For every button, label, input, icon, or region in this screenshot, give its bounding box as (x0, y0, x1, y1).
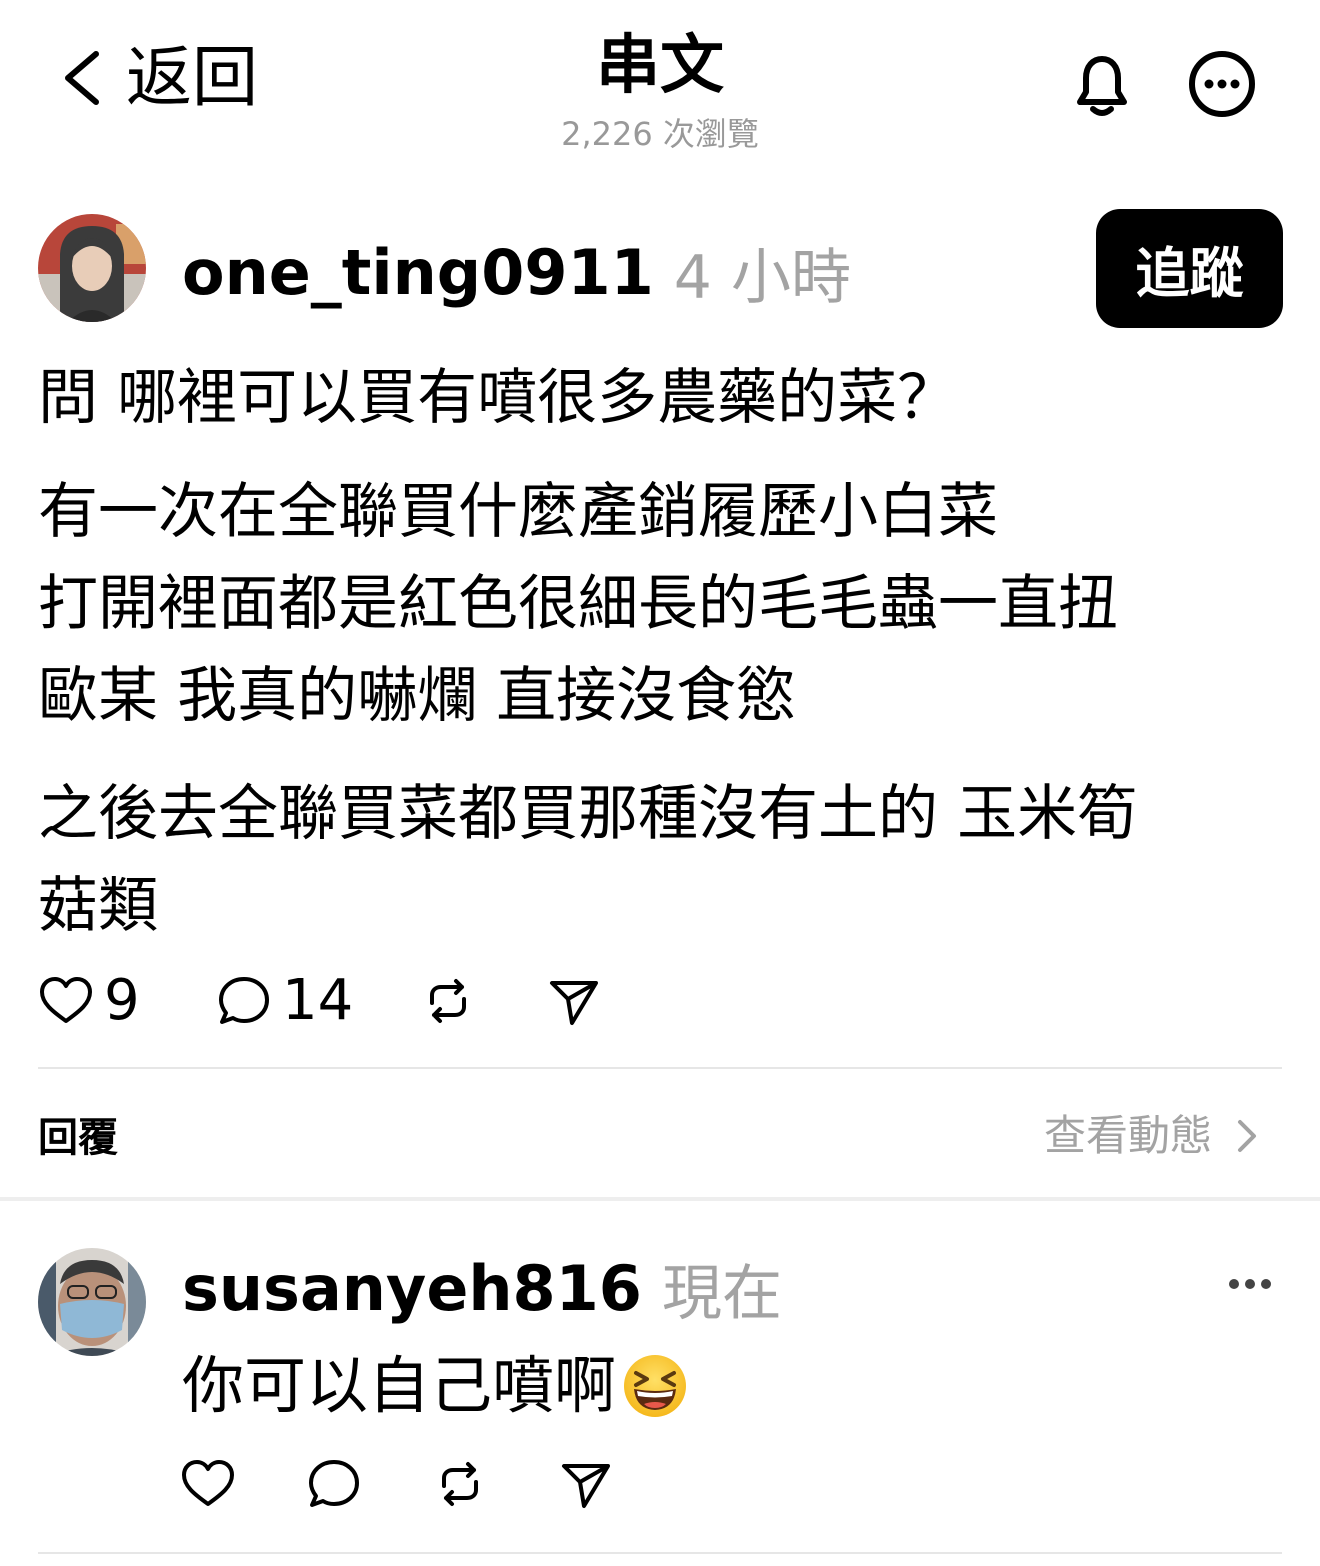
grinning-squinting-face-emoji (624, 1355, 687, 1417)
heart-icon (182, 1460, 234, 1506)
divider (38, 1067, 1282, 1069)
section-divider (0, 1197, 1320, 1201)
replies-heading: 回覆 (38, 1115, 118, 1161)
reply-text-content: 你可以自己噴啊 (182, 1349, 617, 1422)
notifications-button[interactable] (1064, 46, 1140, 122)
like-count: 9 (104, 968, 140, 1033)
post-time: 4 小時 (673, 242, 852, 313)
post-username[interactable]: one_ting0911 (182, 236, 654, 309)
send-icon (550, 981, 598, 1025)
comment-icon (309, 1460, 359, 1507)
thread-page: 返回 串文 2,226 次瀏覽 one_ting0911 4 小時 追蹤 問 哪… (0, 0, 1320, 1566)
post-text-line: 菇類 (38, 871, 158, 941)
page-title: 串文 (596, 29, 724, 103)
repost-button[interactable] (420, 973, 546, 1029)
reply-text: 你可以自己噴啊 (182, 1340, 688, 1432)
reply-repost-button[interactable] (432, 1456, 558, 1512)
reply-actions (180, 1454, 614, 1514)
divider (38, 1552, 1282, 1554)
post-actions: 9 14 (38, 966, 602, 1036)
share-button[interactable] (546, 973, 602, 1029)
reply-username[interactable]: susanyeh816 (182, 1252, 642, 1325)
view-activity-label: 查看動態 (1044, 1111, 1213, 1160)
post-author-avatar[interactable] (38, 214, 146, 322)
reply-more-button[interactable] (1224, 1262, 1276, 1306)
heart-icon (40, 977, 92, 1023)
back-button[interactable]: 返回 (58, 40, 258, 116)
avatar-image (38, 1248, 146, 1356)
reply-share-button[interactable] (558, 1456, 614, 1512)
reply-like-button[interactable] (180, 1456, 306, 1512)
post-text-line: 問 哪裡可以買有噴很多農藥的菜？ (38, 363, 958, 433)
send-icon (562, 1464, 610, 1508)
comment-icon (219, 977, 269, 1024)
chevron-left-icon (65, 51, 99, 105)
post-text-line: 之後去全聯買菜都買那種沒有土的 玉米筍 (38, 779, 1138, 849)
chevron-right-icon (1238, 1120, 1257, 1152)
reply-time: 現在 (661, 1258, 782, 1329)
post-text-line: 有一次在全聯買什麼產銷履歷小白菜 (38, 477, 998, 547)
like-button[interactable]: 9 (38, 966, 216, 1036)
more-options-button[interactable] (1184, 46, 1260, 122)
avatar-image (38, 214, 146, 322)
follow-button[interactable]: 追蹤 (1096, 209, 1283, 328)
reply-comment-button[interactable] (306, 1456, 432, 1512)
view-count: 2,226 次瀏覽 (561, 115, 759, 153)
bell-icon (1077, 56, 1127, 116)
repost-icon (442, 1462, 478, 1506)
view-activity-link[interactable]: 查看動態 (1044, 1106, 1264, 1166)
header-title-block: 串文 2,226 次瀏覽 (460, 28, 860, 156)
more-circle-icon (1189, 51, 1255, 117)
reply-author-avatar[interactable] (38, 1248, 146, 1356)
post-text-line: 打開裡面都是紅色很細長的毛毛蟲一直扭 (38, 569, 1118, 639)
post-meta: one_ting0911 4 小時 (182, 232, 851, 313)
comment-count: 14 (282, 968, 354, 1033)
repost-icon (430, 979, 466, 1023)
reply-meta: susanyeh816 現在 (182, 1248, 782, 1329)
more-horizontal-icon (1229, 1279, 1271, 1289)
comment-button[interactable]: 14 (216, 966, 420, 1036)
back-label: 返回 (126, 39, 258, 116)
post-text-line: 歐某 我真的嚇爛 直接沒食慾 (38, 661, 797, 731)
